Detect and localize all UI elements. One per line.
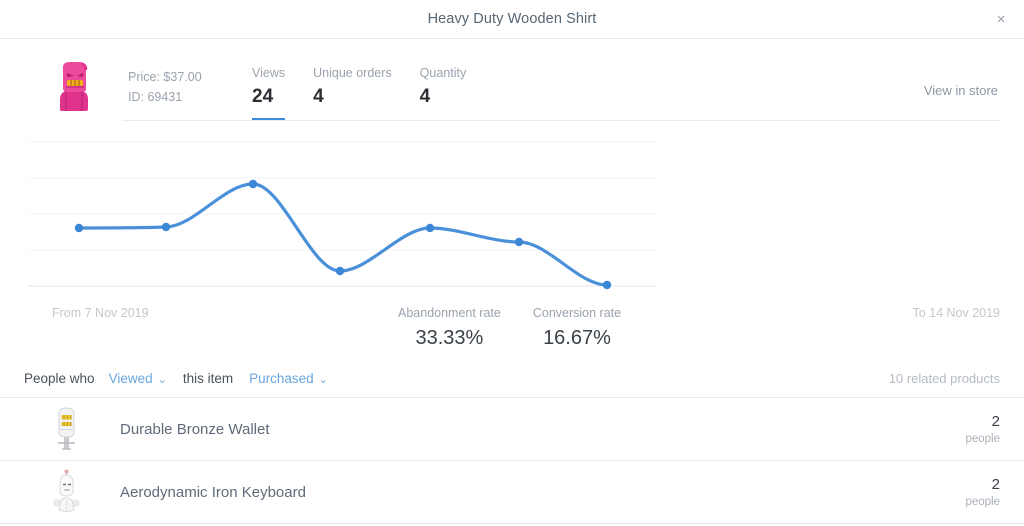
tab-views[interactable]: Views 24	[252, 61, 286, 121]
view-in-store-link[interactable]: View in store	[924, 83, 998, 98]
chevron-down-icon: ⌄	[157, 374, 167, 386]
stats-divider	[122, 120, 1000, 121]
product-meta: Price: $37.00 ID: 69431	[128, 67, 248, 107]
people-filter-row: People who Viewed ⌄ this item Purchased ⌄ …	[0, 360, 1024, 398]
chart-date-to: To 14 Nov 2019	[912, 306, 1000, 320]
action-dropdown-viewed[interactable]: Viewed ⌄	[109, 371, 167, 386]
people-count-unit: people	[965, 432, 1000, 445]
related-products-list: Durable Bronze Wallet 2 people Aerodynam…	[0, 398, 1024, 524]
people-count-unit: people	[965, 495, 1000, 508]
chart-gridlines	[28, 141, 655, 287]
tab-unique-orders-value: 4	[313, 86, 324, 107]
modal-header: Heavy Duty Wooden Shirt ×	[0, 0, 1024, 39]
product-detail-modal: Heavy Duty Wooden Shirt × Price: $37.00 …	[0, 0, 1024, 526]
people-count: 2 people	[965, 412, 1000, 447]
product-id: ID: 69431	[128, 90, 183, 104]
abandonment-rate-label: Abandonment rate	[398, 306, 501, 320]
action-dropdown-purchased-label: Purchased	[249, 371, 314, 386]
tab-quantity[interactable]: Quantity 4	[420, 61, 467, 111]
white-robot-avatar-1	[58, 407, 75, 450]
page-title: Heavy Duty Wooden Shirt	[427, 11, 597, 27]
related-products-count: 10 related products	[888, 371, 1000, 386]
chart-data-points	[74, 179, 612, 290]
abandonment-rate-value: 33.33%	[415, 327, 484, 349]
tab-unique-orders[interactable]: Unique orders 4	[313, 61, 392, 111]
tab-quantity-label: Quantity	[419, 66, 467, 80]
list-item[interactable]: Aerodynamic Iron Keyboard 2 people	[0, 461, 1024, 524]
people-count-value: 2	[991, 475, 1000, 493]
stats-tabs: Views 24 Unique orders 4 Quantity 4	[252, 61, 924, 121]
people-count-value: 2	[991, 412, 1000, 430]
chart-date-from: From 7 Nov 2019	[52, 306, 149, 320]
product-name: Aerodynamic Iron Keyboard	[120, 483, 306, 501]
rates-group: Abandonment rate 33.33% Conversion rate …	[398, 304, 653, 352]
pink-robot-avatar	[60, 62, 88, 111]
conversion-rate: Conversion rate 16.67%	[533, 304, 621, 352]
product-price: Price: $37.00	[128, 70, 202, 84]
conversion-rate-value: 16.67%	[543, 327, 611, 349]
people-who-label: People who	[24, 371, 95, 386]
tab-quantity-value: 4	[419, 86, 431, 107]
tab-views-label: Views	[252, 66, 286, 80]
action-dropdown-viewed-label: Viewed	[108, 371, 153, 386]
white-robot-avatar-2	[53, 469, 80, 512]
conversion-rate-label: Conversion rate	[532, 306, 622, 320]
list-item[interactable]: Durable Bronze Wallet 2 people	[0, 398, 1024, 461]
tab-views-value: 24	[252, 86, 274, 107]
people-count: 2 people	[965, 475, 1000, 510]
chevron-down-icon: ⌄	[318, 374, 328, 386]
this-item-label: this item	[182, 371, 234, 386]
action-dropdown-purchased[interactable]: Purchased ⌄	[249, 371, 328, 386]
product-summary: Price: $37.00 ID: 69431 Views 24 Unique …	[0, 39, 1024, 121]
abandonment-rate: Abandonment rate 33.33%	[398, 304, 501, 352]
views-chart	[0, 135, 1024, 325]
tab-unique-orders-label: Unique orders	[313, 66, 392, 80]
close-icon[interactable]: ×	[988, 6, 1014, 32]
product-name: Durable Bronze Wallet	[120, 420, 270, 438]
